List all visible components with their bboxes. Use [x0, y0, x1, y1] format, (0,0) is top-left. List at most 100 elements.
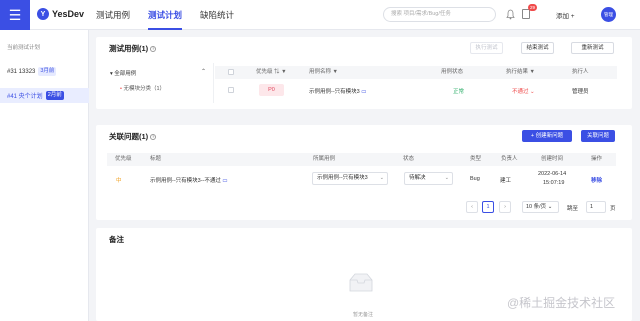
sidebar: 当前测试计划 #31 13323 3月前 #41 央个计划 2月前 [0, 30, 89, 321]
col-case-status: 用例状态 [441, 69, 464, 75]
finish-test-button[interactable]: 结束测试 [521, 42, 554, 54]
goto-page-input[interactable]: 1 [586, 201, 606, 213]
avatar[interactable]: 管理 [601, 7, 616, 22]
nav-test-cases[interactable]: 测试用例 [96, 0, 130, 30]
case-status-cell: 正常 [453, 89, 465, 95]
empty-notes-text: 暂无备注 [353, 312, 374, 318]
plan-label: #31 13323 [7, 68, 36, 75]
filter-icon[interactable]: ▼ [530, 69, 535, 75]
remove-issue-link[interactable]: 移除 [591, 176, 602, 184]
issue-status-select[interactable]: 待解决 ⌄ [404, 172, 453, 185]
bell-icon[interactable] [506, 9, 515, 20]
add-menu-button[interactable]: 添加 + [556, 10, 575, 20]
issue-created-date: 2022-06-14 [538, 171, 567, 177]
calendar-icon[interactable]: ▭ [222, 178, 227, 184]
watermark: @稀土掘金技术社区 [507, 296, 616, 310]
issue-created-time: 15:07:19 [543, 180, 565, 186]
search-input[interactable]: 搜索 项目/需求/Bug/任务 [383, 7, 496, 22]
logo[interactable]: Y YesDev [37, 8, 84, 20]
plan-age-tag: 3月前 [38, 67, 57, 76]
test-cases-title: 测试用例(1)? [109, 43, 157, 54]
issue-title-text: 示例用例--只有模块3--不通过 [150, 178, 221, 184]
select-all-checkbox[interactable] [228, 69, 234, 75]
col-type: 类型 [470, 156, 482, 162]
nav-test-plans[interactable]: 测试计划 [148, 0, 183, 30]
main-nav: 测试用例 测试计划 缺陷统计 [96, 0, 234, 30]
exec-result-text: 不通过 [512, 89, 529, 95]
logo-mark-icon: Y [37, 8, 49, 20]
issue-case-text: 示例用例--只有模块3 [317, 175, 368, 181]
next-page-button[interactable]: › [499, 201, 511, 213]
issue-title-cell[interactable]: 示例用例--只有模块3--不通过 ▭ [150, 176, 228, 184]
link-issue-button[interactable]: 关联问题 [581, 130, 615, 142]
issues-table-header: 优先级 标题 所属用例 状态 类型 负责人 创建时间 操作 [107, 153, 616, 166]
logo-text: YesDev [52, 9, 85, 19]
page-size-select[interactable]: 10 条/页 ⌄ [522, 201, 559, 213]
plan-age-tag: 2月前 [45, 91, 64, 100]
filter-icon[interactable]: ▼ [281, 69, 286, 75]
tree-root-item[interactable]: ▾ 全部用例 [110, 69, 136, 77]
priority-badge: P0 [259, 84, 284, 96]
exec-result-select[interactable]: 不通过 ⌄ [512, 87, 535, 95]
page-1-button[interactable]: 1 [482, 201, 494, 213]
calendar-icon[interactable]: ▭ [361, 89, 366, 95]
sidebar-heading: 当前测试计划 [7, 45, 41, 51]
case-name-cell[interactable]: 示例用例--只有模块3 ▭ [309, 87, 366, 95]
issue-status-text: 待解决 [409, 175, 426, 181]
notes-title: 备注 [109, 235, 124, 244]
issue-case-select[interactable]: 示例用例--只有模块3 ⌄ [312, 172, 388, 185]
cases-table-header: 优先级 ⇅ ▼ 用例名称 ▼ 用例状态 执行结果 ▼ 执行人 [215, 66, 617, 79]
menu-icon[interactable]: ☰ [0, 0, 30, 30]
nav-defect-stats[interactable]: 缺陷统计 [200, 0, 234, 30]
page-size-text: 10 条/页 [526, 204, 547, 210]
collapse-icon[interactable]: ⌃ [201, 68, 206, 75]
issues-title-text: 关联问题(1) [109, 132, 149, 141]
create-issue-button[interactable]: + 创建新问题 [522, 130, 572, 142]
col-executor: 执行人 [572, 69, 589, 75]
issue-owner: 建工 [500, 178, 512, 184]
chevron-down-icon: ⌄ [379, 175, 384, 181]
issue-priority: 中 [116, 178, 122, 184]
sort-icon[interactable]: ⇅ [274, 69, 280, 75]
filter-icon[interactable]: ▼ [333, 69, 338, 75]
top-bar: ☰ Y YesDev 测试用例 测试计划 缺陷统计 搜索 项目/需求/Bug/任… [0, 0, 640, 30]
col-exec-result-label: 执行结果 [506, 69, 529, 75]
col-created-time: 创建时间 [541, 156, 564, 162]
tree-child-item[interactable]: • 无模块分类（1） [120, 84, 165, 92]
chevron-down-icon: ⌄ [444, 175, 449, 181]
chevron-down-icon: ⌄ [547, 204, 553, 210]
plan-label: #41 央个计划 [7, 94, 43, 100]
col-owner: 负责人 [501, 156, 518, 162]
bullet-icon: • [120, 86, 122, 92]
retest-button[interactable]: 重新测试 [571, 42, 614, 54]
help-icon[interactable]: ? [150, 134, 157, 141]
issue-type: Bug [470, 176, 480, 182]
tree-child-label: 无模块分类（1） [123, 86, 166, 92]
row-checkbox[interactable] [228, 87, 234, 93]
goto-label: 跳至 [567, 206, 579, 212]
issues-title: 关联问题(1)? [109, 131, 157, 142]
executor-cell: 管理员 [572, 89, 589, 95]
col-status: 状态 [403, 156, 415, 162]
col-priority: 优先级 [115, 156, 132, 162]
col-title: 标题 [150, 156, 162, 162]
help-icon[interactable]: ? [150, 46, 157, 53]
case-name-text: 示例用例--只有模块3 [309, 89, 360, 95]
empty-box-icon [349, 273, 373, 292]
test-cases-card: 测试用例(1)? 执行测试 结束测试 重新测试 ▾ 全部用例 ⌃ • 无模块分类… [96, 37, 632, 109]
module-tree: ▾ 全部用例 ⌃ • 无模块分类（1） [107, 63, 214, 103]
col-exec-result: 执行结果 ▼ [506, 66, 535, 79]
col-priority-label: 优先级 [256, 69, 273, 75]
notification-count-badge: 29 [528, 4, 538, 11]
sidebar-plan-item[interactable]: #31 13323 3月前 [7, 67, 57, 76]
execute-test-button[interactable]: 执行测试 [470, 42, 503, 54]
sidebar-plan-item-active[interactable]: #41 央个计划 2月前 [7, 91, 64, 100]
col-case-name-label: 用例名称 [309, 69, 332, 75]
goto-suffix: 页 [610, 206, 616, 212]
col-case-name: 用例名称 ▼ [309, 66, 338, 79]
prev-page-button[interactable]: ‹ [466, 201, 478, 213]
related-issues-card: 关联问题(1)? + 创建新问题 关联问题 优先级 标题 所属用例 状态 类型 … [96, 125, 632, 220]
col-priority: 优先级 ⇅ ▼ [256, 66, 287, 79]
col-action: 操作 [591, 156, 603, 162]
col-case: 所属用例 [313, 156, 336, 162]
